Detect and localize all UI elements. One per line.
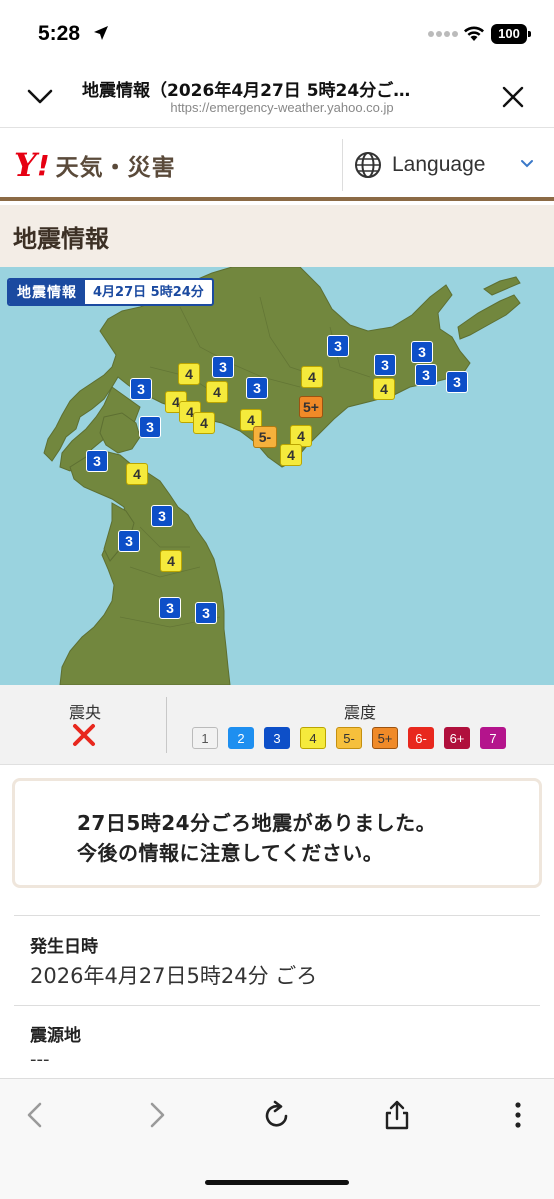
site-header: Y ! 天気・災害 Language: [0, 129, 554, 201]
browser-bar: 地震情報（2026年4月27日 5時24分ご… https://emergenc…: [0, 64, 554, 128]
intensity-marker-3: 3: [130, 378, 152, 400]
map-badge-time: 4月27日 5時24分: [93, 285, 204, 300]
location-arrow-icon: [94, 26, 108, 40]
intensity-scale: 1 2 3 4 5- 5+ 6- 6+ 7: [192, 727, 506, 749]
logo-text: 天気・災害: [55, 155, 176, 181]
intensity-marker-3: 3: [139, 416, 161, 438]
wifi-icon: [464, 26, 484, 41]
back-arrow-icon[interactable]: [20, 1099, 52, 1131]
map-legend: 震央 震度 1 2 3 4 5- 5+ 6- 6+ 7: [0, 685, 554, 765]
intensity-scale-item: 3: [264, 727, 290, 749]
intensity-marker-3: 3: [415, 364, 437, 386]
intensity-marker-3: 3: [374, 354, 396, 376]
browser-url[interactable]: https://emergency-weather.yahoo.co.jp: [82, 100, 482, 115]
status-bar: 5:28 100: [0, 0, 554, 64]
map-info-badge: 地震情報 4月27日 5時24分: [7, 278, 214, 306]
intensity-marker-3: 3: [151, 505, 173, 527]
logo-exclamation: !: [36, 148, 50, 182]
info-separator: [14, 915, 540, 916]
intensity-marker-4: 4: [178, 363, 200, 385]
intensity-marker-4: 4: [126, 463, 148, 485]
intensity-marker-4: 4: [160, 550, 182, 572]
map-landmass: [43, 267, 521, 685]
intensity-scale-item: 5-: [336, 727, 362, 749]
intensity-scale-item: 6+: [444, 727, 470, 749]
intensity-marker-4: 4: [301, 366, 323, 388]
intensity-scale-item: 4: [300, 727, 326, 749]
intensity-marker-3: 3: [212, 356, 234, 378]
map-badge-label: 地震情報: [9, 280, 85, 304]
hypocenter-label: 震源地: [30, 1026, 81, 1046]
hypocenter-value: ---: [30, 1049, 50, 1070]
language-selector[interactable]: Language: [354, 149, 544, 181]
page-title: 地震情報: [13, 225, 109, 253]
earthquake-map[interactable]: 地震情報 4月27日 5時24分 3 3 3 3 3 3 3 3 3 3 3 3…: [0, 267, 554, 685]
chevron-down-icon: [521, 160, 533, 168]
epicenter-x-icon: [73, 724, 95, 746]
intensity-scale-item: 1: [192, 727, 218, 749]
page-title-band: 地震情報: [0, 205, 554, 267]
reload-icon[interactable]: [261, 1099, 293, 1131]
browser-page-title: 地震情報（2026年4月27日 5時24分ご…: [82, 81, 411, 101]
intensity-marker-5-plus: 5+: [299, 396, 323, 418]
intensity-scale-item: 7: [480, 727, 506, 749]
intensity-marker-3: 3: [195, 602, 217, 624]
legend-intensity-title: 震度: [343, 703, 376, 722]
intensity-marker-4: 4: [280, 444, 302, 466]
intensity-marker-3: 3: [446, 371, 468, 393]
header-divider: [342, 139, 343, 191]
yahoo-weather-logo[interactable]: Y ! 天気・災害: [14, 146, 176, 184]
intensity-marker-3: 3: [327, 335, 349, 357]
occurred-label: 発生日時: [30, 937, 98, 957]
intensity-marker-3: 3: [411, 341, 433, 363]
chevron-down-icon[interactable]: [26, 86, 54, 106]
intensity-marker-4: 4: [206, 381, 228, 403]
language-label: Language: [392, 153, 486, 176]
occurred-value: 2026年4月27日5時24分 ごろ: [30, 964, 318, 988]
more-options-icon[interactable]: [502, 1099, 534, 1131]
close-icon[interactable]: [502, 86, 524, 108]
forward-arrow-icon[interactable]: [140, 1099, 172, 1131]
share-icon[interactable]: [381, 1099, 413, 1131]
status-time: 5:28: [38, 22, 81, 45]
intensity-marker-3: 3: [86, 450, 108, 472]
legend-epicenter-title: 震央: [68, 703, 101, 722]
notice-line-2: 今後の情報に注意してください。: [77, 841, 384, 865]
battery-indicator: 100: [491, 24, 531, 44]
globe-icon: [355, 152, 381, 178]
intensity-marker-4: 4: [193, 412, 215, 434]
earthquake-notice: 27日5時24分ごろ地震がありました。 今後の情報に注意してください。: [12, 778, 542, 888]
intensity-marker-4: 4: [373, 378, 395, 400]
home-indicator: [205, 1180, 349, 1185]
intensity-scale-item: 6-: [408, 727, 434, 749]
intensity-scale-item: 5+: [372, 727, 398, 749]
intensity-marker-5-minus: 5-: [253, 426, 277, 448]
intensity-scale-item: 2: [228, 727, 254, 749]
logo-y: Y: [14, 146, 37, 184]
intensity-marker-3: 3: [118, 530, 140, 552]
notice-line-1: 27日5時24分ごろ地震がありました。: [77, 811, 437, 835]
intensity-marker-3: 3: [159, 597, 181, 619]
intensity-marker-3: 3: [246, 377, 268, 399]
legend-divider: [166, 697, 167, 753]
signal-dots-icon: [428, 31, 458, 37]
info-separator: [14, 1005, 540, 1006]
